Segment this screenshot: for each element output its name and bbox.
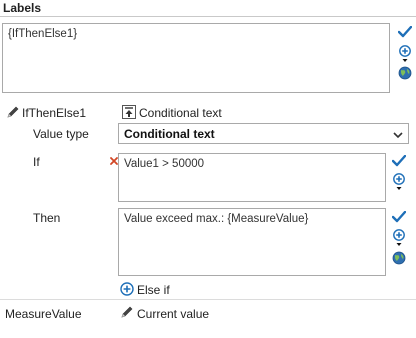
pencil-icon[interactable]: [6, 105, 20, 122]
labels-header: Labels: [0, 0, 416, 17]
globe-icon[interactable]: [392, 251, 406, 265]
value-type-label: Value type: [33, 127, 89, 141]
add-circle-icon[interactable]: [120, 282, 134, 299]
then-label: Then: [33, 211, 61, 225]
value-type-select[interactable]: Conditional text: [118, 123, 409, 144]
insert-field-icon[interactable]: [392, 173, 406, 193]
then-value: Value exceed max.: {MeasureValue}: [124, 213, 309, 225]
measure-value-label[interactable]: Current value: [137, 307, 209, 321]
section-title: Labels: [3, 1, 42, 15]
labels-textbox-value: {IfThenElse1}: [8, 28, 78, 40]
chevron-down-icon: [393, 129, 403, 143]
globe-icon[interactable]: [398, 66, 412, 80]
measure-name: MeasureValue: [5, 307, 82, 321]
item-mode-label[interactable]: Conditional text: [139, 106, 222, 120]
check-icon[interactable]: [392, 211, 406, 223]
if-condition-value: Value1 > 50000: [124, 158, 205, 170]
if-condition-textbox[interactable]: Value1 > 50000: [118, 153, 386, 202]
value-type-selected: Conditional text: [124, 127, 215, 141]
else-if-button[interactable]: Else if: [137, 283, 170, 297]
check-icon[interactable]: [392, 155, 406, 167]
check-icon[interactable]: [398, 26, 412, 38]
if-label: If: [33, 155, 40, 169]
item-name: IfThenElse1: [22, 106, 87, 120]
labels-textbox[interactable]: {IfThenElse1}: [2, 23, 390, 93]
conditional-text-icon[interactable]: [122, 105, 136, 122]
then-textbox[interactable]: Value exceed max.: {MeasureValue}: [118, 208, 386, 276]
insert-field-icon[interactable]: [392, 229, 406, 249]
error-x-icon: [110, 154, 118, 168]
pencil-icon[interactable]: [120, 305, 134, 322]
insert-field-icon[interactable]: [398, 45, 412, 65]
divider: [0, 299, 416, 300]
